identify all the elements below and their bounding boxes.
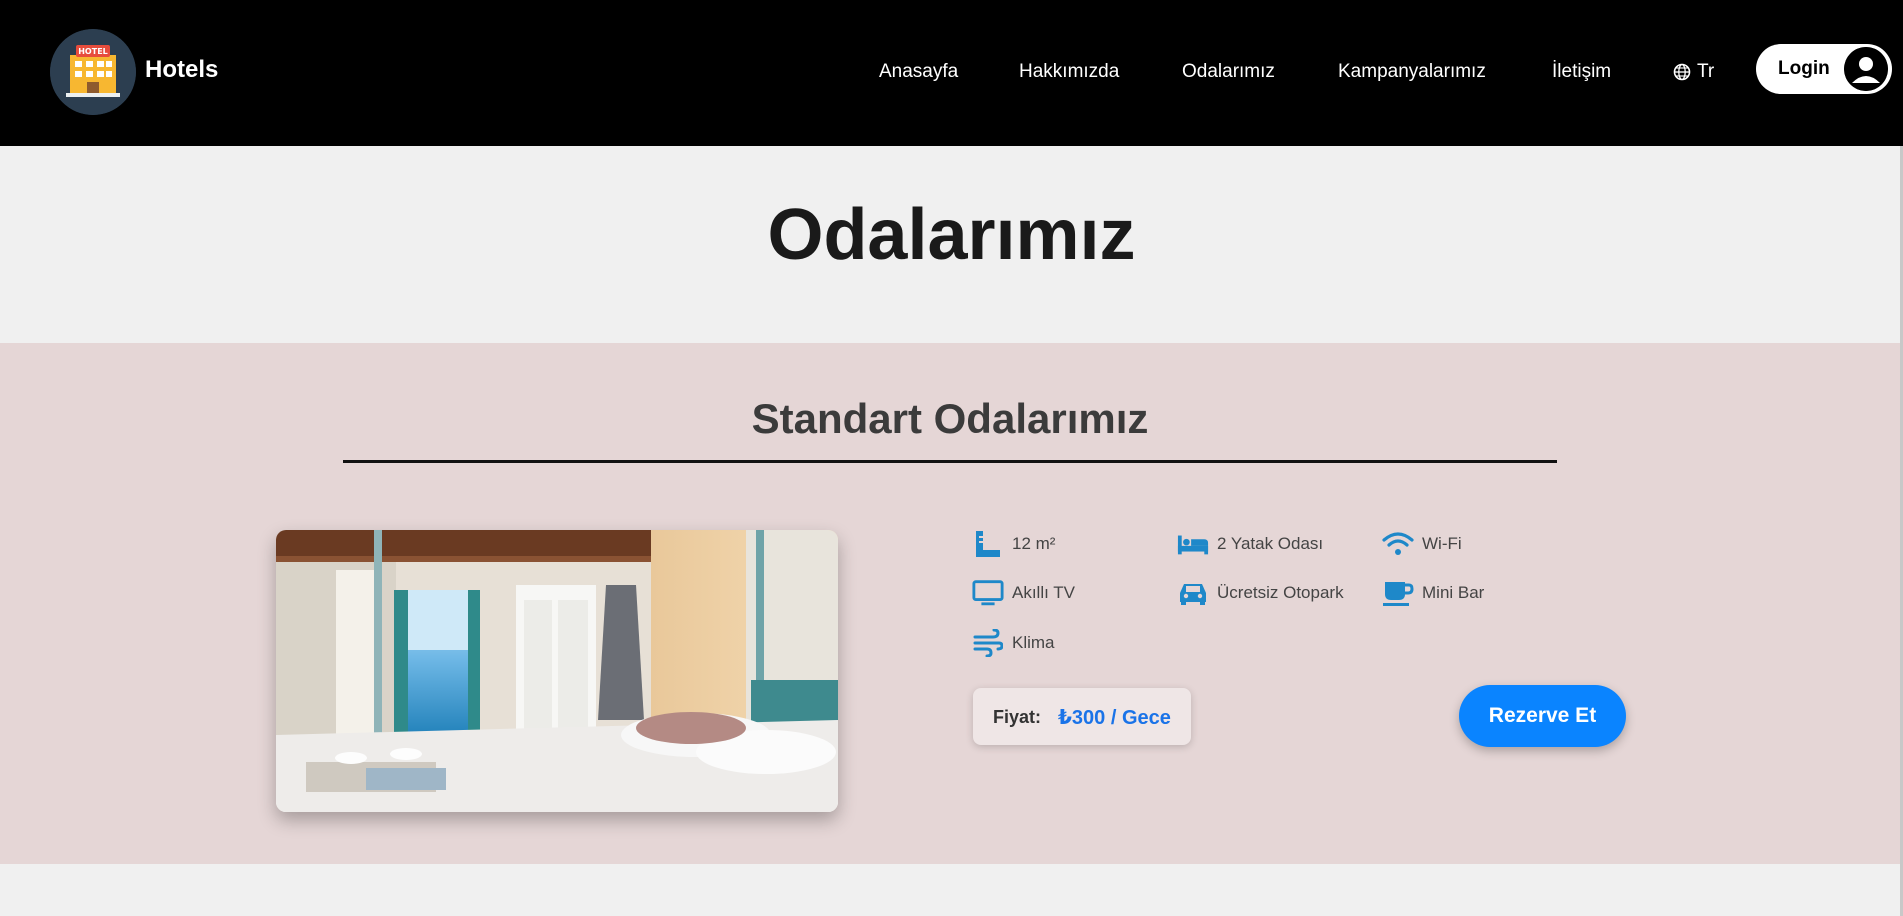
price-label: Fiyat: xyxy=(993,707,1042,727)
cup-icon xyxy=(1382,577,1414,609)
amenity-wifi-label: Wi-Fi xyxy=(1422,534,1462,553)
bed-icon xyxy=(1177,528,1209,560)
login-label: Login xyxy=(1778,58,1830,79)
amenity-parking: Ücretsiz Otopark xyxy=(1177,577,1344,609)
user-avatar-icon xyxy=(1844,47,1888,91)
language-selector[interactable]: Tr xyxy=(1673,61,1714,83)
nav-item-iletisim[interactable]: İletişim xyxy=(1552,61,1611,83)
amenity-minibar: Mini Bar xyxy=(1382,577,1484,609)
amenity-ac-label: Klima xyxy=(1012,633,1055,652)
amenity-beds-label: 2 Yatak Odası xyxy=(1217,534,1324,553)
amenity-tv-label: Akıllı TV xyxy=(1012,583,1075,602)
wind-icon xyxy=(972,627,1004,659)
logo-text: HOTEL xyxy=(78,47,108,56)
section-title: Standart Odalarımız xyxy=(751,395,1149,442)
globe-icon xyxy=(1673,63,1691,81)
brand-name[interactable]: Hotels xyxy=(145,56,218,84)
language-label: Tr xyxy=(1697,61,1715,82)
section-divider xyxy=(343,460,1557,463)
tv-icon xyxy=(972,577,1004,609)
amenity-size-label: 12 m² xyxy=(1012,534,1056,553)
standard-rooms-section: Standart Odalarımız 12 m² 2 Yatak Odası … xyxy=(0,343,1900,864)
amenity-size: 12 m² xyxy=(972,528,1055,560)
amenity-wifi: Wi-Fi xyxy=(1382,528,1462,560)
ruler-icon xyxy=(972,528,1004,560)
page-title-band: Odalarımız xyxy=(0,146,1903,343)
hotel-building-icon[interactable]: HOTEL xyxy=(50,29,136,115)
nav-item-kampanyalarimiz[interactable]: Kampanyalarımız xyxy=(1338,61,1486,83)
page-title: Odalarımız xyxy=(767,195,1136,275)
page: HOTEL Hotels Anasayfa Hakkımızda Odaları… xyxy=(0,0,1903,916)
price-box: Fiyat: ₺300 / Gece xyxy=(973,688,1191,745)
bottom-band xyxy=(0,864,1900,916)
login-button[interactable]: Login xyxy=(1756,44,1892,94)
nav-item-anasayfa[interactable]: Anasayfa xyxy=(879,61,958,83)
header: HOTEL Hotels Anasayfa Hakkımızda Odaları… xyxy=(0,0,1903,146)
nav-item-odalarimiz[interactable]: Odalarımız xyxy=(1182,61,1275,83)
amenity-tv: Akıllı TV xyxy=(972,577,1075,609)
amenity-minibar-label: Mini Bar xyxy=(1422,583,1485,602)
car-icon xyxy=(1177,577,1209,609)
reserve-button[interactable]: Rezerve Et xyxy=(1459,685,1626,747)
amenity-beds: 2 Yatak Odası xyxy=(1177,528,1323,560)
amenity-ac: Klima xyxy=(972,627,1055,659)
room-photo xyxy=(276,530,838,812)
amenity-parking-label: Ücretsiz Otopark xyxy=(1217,583,1344,602)
nav-item-hakkimizda[interactable]: Hakkımızda xyxy=(1019,61,1119,83)
wifi-icon xyxy=(1382,528,1414,560)
price-value: ₺300 / Gece xyxy=(1058,707,1171,729)
